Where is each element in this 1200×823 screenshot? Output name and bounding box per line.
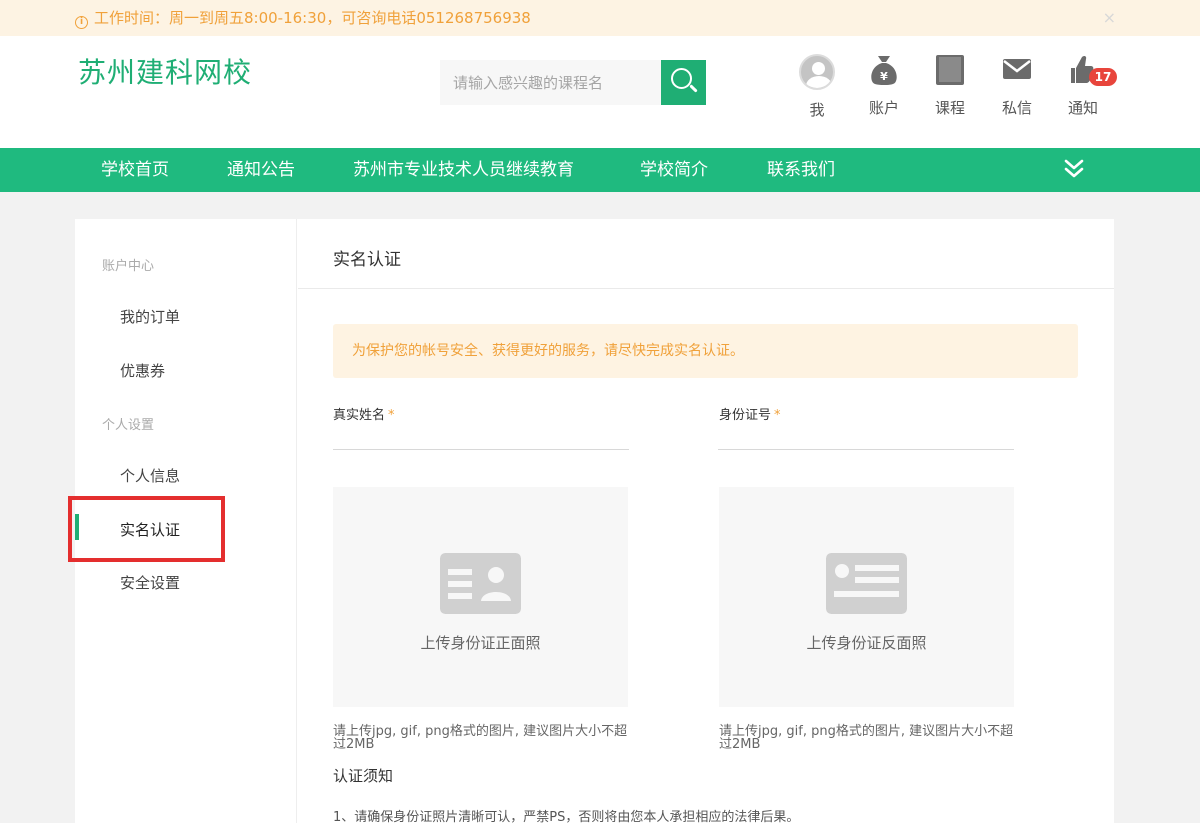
upload-front-hint: 请上传jpg, gif, png格式的图片, 建议图片大小不超过2MB <box>333 724 628 752</box>
nav-link-announcements[interactable]: 通知公告 <box>227 148 295 192</box>
divider <box>298 288 1114 289</box>
sidebar-group-settings: 个人设置 <box>102 418 155 433</box>
nav-messages-label: 私信 <box>1001 99 1032 117</box>
sidebar-item-orders[interactable]: 我的订单 <box>120 306 180 327</box>
main-panel: 实名认证 为保护您的帐号安全、获得更好的服务，请尽快完成实名认证。 真实姓名 * … <box>298 219 1114 823</box>
notification-badge: 17 <box>1089 68 1117 86</box>
required-mark: * <box>774 408 781 423</box>
sidebar-item-coupons[interactable]: 优惠券 <box>120 360 165 381</box>
upload-back-hint: 请上传jpg, gif, png格式的图片, 建议图片大小不超过2MB <box>719 724 1014 752</box>
notice-bar: i 工作时间：周一到周五8:00-16:30，可咨询电话051268756938 … <box>0 0 1200 36</box>
security-alert: 为保护您的帐号安全、获得更好的服务，请尽快完成实名认证。 <box>333 324 1078 378</box>
avatar <box>799 54 835 90</box>
close-icon[interactable]: × <box>1103 0 1116 36</box>
book-icon <box>936 55 964 85</box>
search-input[interactable] <box>440 60 661 105</box>
nav-link-contact[interactable]: 联系我们 <box>767 148 835 192</box>
id-label-text: 身份证号 <box>719 408 772 423</box>
upload-id-back[interactable]: 上传身份证反面照 <box>719 487 1014 707</box>
nav-link-about[interactable]: 学校简介 <box>640 148 708 192</box>
nav-account-label: 账户 <box>868 99 899 117</box>
nav-me-label: 我 <box>809 101 825 119</box>
search-box <box>440 60 706 105</box>
real-name-input[interactable] <box>333 424 629 450</box>
double-chevron-down-icon[interactable] <box>1063 158 1085 180</box>
id-number-input[interactable] <box>718 424 1014 450</box>
verification-notice-line: 1、请确保身份证照片清晰可认，严禁PS，否则将由您本人承担相应的法律后果。 <box>333 810 800 823</box>
highlight-annotation <box>68 496 225 562</box>
id-card-front-icon <box>440 553 521 614</box>
envelope-icon <box>1003 59 1031 79</box>
info-icon: i <box>75 16 88 29</box>
site-logo[interactable]: 苏州建科网校 <box>78 51 252 91</box>
name-field-label: 真实姓名 * <box>333 404 395 423</box>
money-bag-icon: ¥ <box>871 56 897 85</box>
sidebar-item-security[interactable]: 安全设置 <box>120 572 180 593</box>
nav-courses-label: 课程 <box>934 99 965 117</box>
header: 苏州建科网校 我 ¥ 账户 课程 私信 <box>0 36 1200 148</box>
content-card: 账户中心 我的订单 优惠券 个人设置 个人信息 实名认证 安全设置 实名认证 为… <box>75 219 1114 823</box>
name-label-text: 真实姓名 <box>333 408 386 423</box>
upload-id-front[interactable]: 上传身份证正面照 <box>333 487 628 707</box>
required-mark: * <box>388 408 395 423</box>
nav-link-continuing-education[interactable]: 苏州市专业技术人员继续教育 <box>353 148 574 192</box>
nav-link-home[interactable]: 学校首页 <box>101 148 169 192</box>
svg-text:¥: ¥ <box>880 70 888 83</box>
upload-back-label: 上传身份证反面照 <box>806 634 927 652</box>
upload-front-label: 上传身份证正面照 <box>420 634 541 652</box>
main-nav: 学校首页 通知公告 苏州市专业技术人员继续教育 学校简介 联系我们 <box>0 148 1200 192</box>
sidebar-group-account: 账户中心 <box>102 259 155 274</box>
id-card-back-icon <box>826 553 907 614</box>
page-title: 实名认证 <box>333 250 401 270</box>
id-field-label: 身份证号 * <box>719 404 781 423</box>
search-button[interactable] <box>661 60 706 105</box>
verification-notice-title: 认证须知 <box>333 767 394 785</box>
sidebar-item-profile[interactable]: 个人信息 <box>120 465 180 486</box>
notice-text: 工作时间：周一到周五8:00-16:30，可咨询电话051268756938 <box>94 9 531 27</box>
nav-notifications-label: 通知 <box>1067 99 1098 117</box>
